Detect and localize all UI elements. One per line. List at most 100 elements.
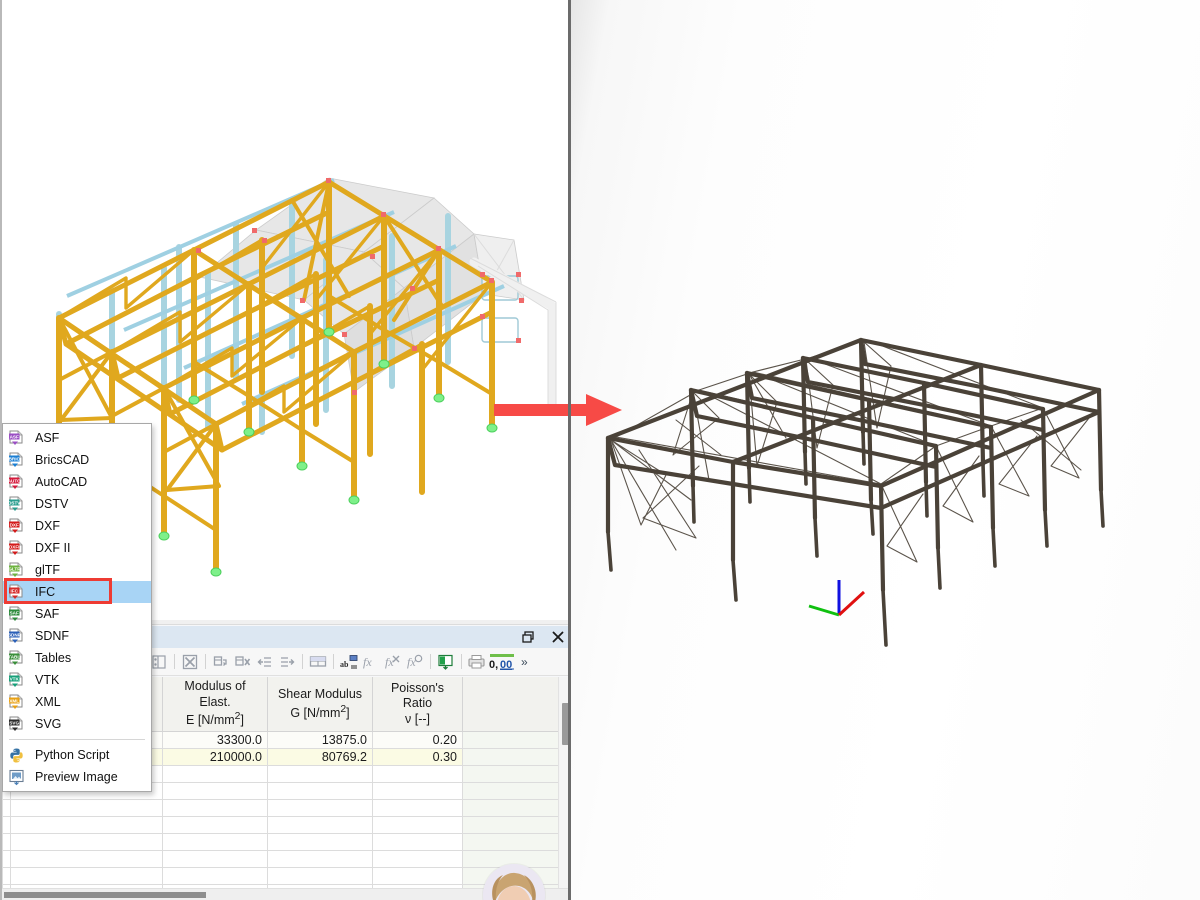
delete-all-icon[interactable]	[179, 651, 201, 673]
menu-item-dstv[interactable]: DSTV DSTV	[3, 493, 151, 515]
cell-empty[interactable]	[162, 782, 268, 801]
col-header-modulus-elasticity[interactable]: Modulus of Elast. E [N/mm2]	[162, 677, 268, 733]
cell-empty[interactable]	[2, 850, 11, 869]
cell-empty[interactable]	[267, 867, 373, 886]
menu-item-gltf[interactable]: GLTF glTF	[3, 559, 151, 581]
col-header-tail[interactable]	[462, 677, 569, 733]
svg-text:0,: 0,	[489, 659, 498, 670]
move-right-icon[interactable]	[276, 651, 298, 673]
cell-empty[interactable]	[10, 850, 163, 869]
text-format-icon[interactable]: ab	[338, 651, 360, 673]
menu-item-dxf-ii[interactable]: DXFI DXF II	[3, 537, 151, 559]
menu-item-dxf[interactable]: DXF DXF	[3, 515, 151, 537]
svg-text:DSTV: DSTV	[8, 500, 21, 505]
menu-item-vtk[interactable]: VTK VTK	[3, 669, 151, 691]
cell-empty[interactable]	[2, 799, 11, 818]
cell-empty[interactable]	[162, 850, 268, 869]
move-left-icon[interactable]	[254, 651, 276, 673]
cell-e[interactable]: 210000.0	[162, 748, 268, 767]
cell-empty[interactable]	[372, 833, 463, 852]
cell-empty[interactable]	[2, 833, 11, 852]
table-row-empty[interactable]	[2, 867, 569, 886]
ifc-exported-model-viewport[interactable]	[581, 270, 1141, 670]
cell-g[interactable]: 13875.0	[267, 731, 373, 750]
cell-empty[interactable]	[2, 867, 11, 886]
cell-empty[interactable]	[372, 765, 463, 784]
table-row-empty[interactable]	[2, 799, 569, 818]
decimal-places-icon[interactable]: 0, 00	[488, 651, 518, 673]
horizontal-scrollbar-thumb[interactable]	[4, 892, 206, 898]
cell-empty[interactable]	[267, 799, 373, 818]
cell-nu[interactable]: 0.30	[372, 748, 463, 767]
table-row-empty[interactable]	[2, 816, 569, 835]
cell-empty[interactable]	[162, 833, 268, 852]
delete-formula-icon[interactable]: fx	[382, 651, 404, 673]
table-row-empty[interactable]	[2, 833, 569, 852]
export-format-menu[interactable]: ASF ASF BRIC BricsCAD AUTO AutoCAD DSTV DSTV DXF…	[2, 423, 152, 792]
insert-row-icon[interactable]	[210, 651, 232, 673]
cell-empty[interactable]	[10, 816, 163, 835]
col-header-poissons-ratio[interactable]: Poisson's Ratio ν [--]	[372, 677, 463, 733]
menu-item-preview-image[interactable]: Preview Image	[3, 766, 151, 788]
col-header-e-line2: E [N/mm2]	[186, 711, 244, 728]
cell-empty[interactable]	[267, 816, 373, 835]
menu-item-label: DXF II	[35, 540, 71, 555]
cell-empty[interactable]	[162, 799, 268, 818]
menu-item-label: Python Script	[35, 747, 110, 762]
cell-empty[interactable]	[372, 850, 463, 869]
menu-item-sdnf[interactable]: SDNF SDNF	[3, 625, 151, 647]
formula-icon[interactable]: fx	[360, 651, 382, 673]
menu-item-saf[interactable]: SAF SAF	[3, 603, 151, 625]
export-excel-icon[interactable]	[435, 651, 457, 673]
cell-empty[interactable]	[162, 765, 268, 784]
cell-e[interactable]: 33300.0	[162, 731, 268, 750]
menu-item-asf[interactable]: ASF ASF	[3, 427, 151, 449]
delete-row-icon[interactable]	[232, 651, 254, 673]
menu-item-bricscad[interactable]: BRIC BricsCAD	[3, 449, 151, 471]
menu-item-python-script[interactable]: Python Script	[3, 744, 151, 766]
cell-empty[interactable]	[462, 816, 569, 835]
cell-empty[interactable]	[162, 816, 268, 835]
cell-empty[interactable]	[267, 782, 373, 801]
cell-empty[interactable]	[462, 765, 569, 784]
cell-empty[interactable]	[2, 816, 11, 835]
menu-item-ifc[interactable]: IFC IFC	[3, 581, 151, 603]
menu-item-autocad[interactable]: AUTO AutoCAD	[3, 471, 151, 493]
svg-text:AUTO: AUTO	[8, 478, 21, 483]
print-icon[interactable]	[466, 651, 488, 673]
cell-empty[interactable]	[462, 782, 569, 801]
edit-formula-icon[interactable]: fx	[404, 651, 426, 673]
table-row-empty[interactable]	[2, 850, 569, 869]
cell-empty[interactable]	[267, 833, 373, 852]
cell-empty[interactable]	[267, 850, 373, 869]
cell-empty[interactable]	[372, 867, 463, 886]
restore-icon[interactable]	[520, 629, 536, 645]
ifc-file-icon: IFC	[8, 584, 25, 601]
merge-cells-icon[interactable]	[307, 651, 329, 673]
col-header-shear-modulus[interactable]: Shear Modulus G [N/mm2]	[267, 677, 373, 733]
col-header-g-line1: Shear Modulus	[277, 686, 363, 701]
toolbar-separator	[333, 654, 334, 669]
cell-nu[interactable]: 0.20	[372, 731, 463, 750]
cell-empty[interactable]	[462, 833, 569, 852]
cell-empty[interactable]	[372, 782, 463, 801]
cell-empty[interactable]	[10, 799, 163, 818]
coordinate-axes-icon	[808, 580, 866, 617]
cell-empty[interactable]	[372, 816, 463, 835]
right-slide-pane	[571, 0, 1200, 900]
cell-g[interactable]: 80769.2	[267, 748, 373, 767]
menu-item-tables[interactable]: TABL Tables	[3, 647, 151, 669]
svg-text:fx: fx	[363, 655, 372, 669]
toolbar-overflow-icon[interactable]: »	[518, 655, 528, 669]
menu-item-svg[interactable]: SVG SVG	[3, 713, 151, 735]
menu-item-xml[interactable]: XML XML	[3, 691, 151, 713]
cell-empty[interactable]	[10, 833, 163, 852]
cell-empty[interactable]	[267, 765, 373, 784]
cell-empty[interactable]	[10, 867, 163, 886]
cell-tail[interactable]	[462, 748, 569, 767]
close-icon[interactable]	[550, 629, 566, 645]
cell-tail[interactable]	[462, 731, 569, 750]
cell-empty[interactable]	[372, 799, 463, 818]
cell-empty[interactable]	[462, 799, 569, 818]
cell-empty[interactable]	[162, 867, 268, 886]
